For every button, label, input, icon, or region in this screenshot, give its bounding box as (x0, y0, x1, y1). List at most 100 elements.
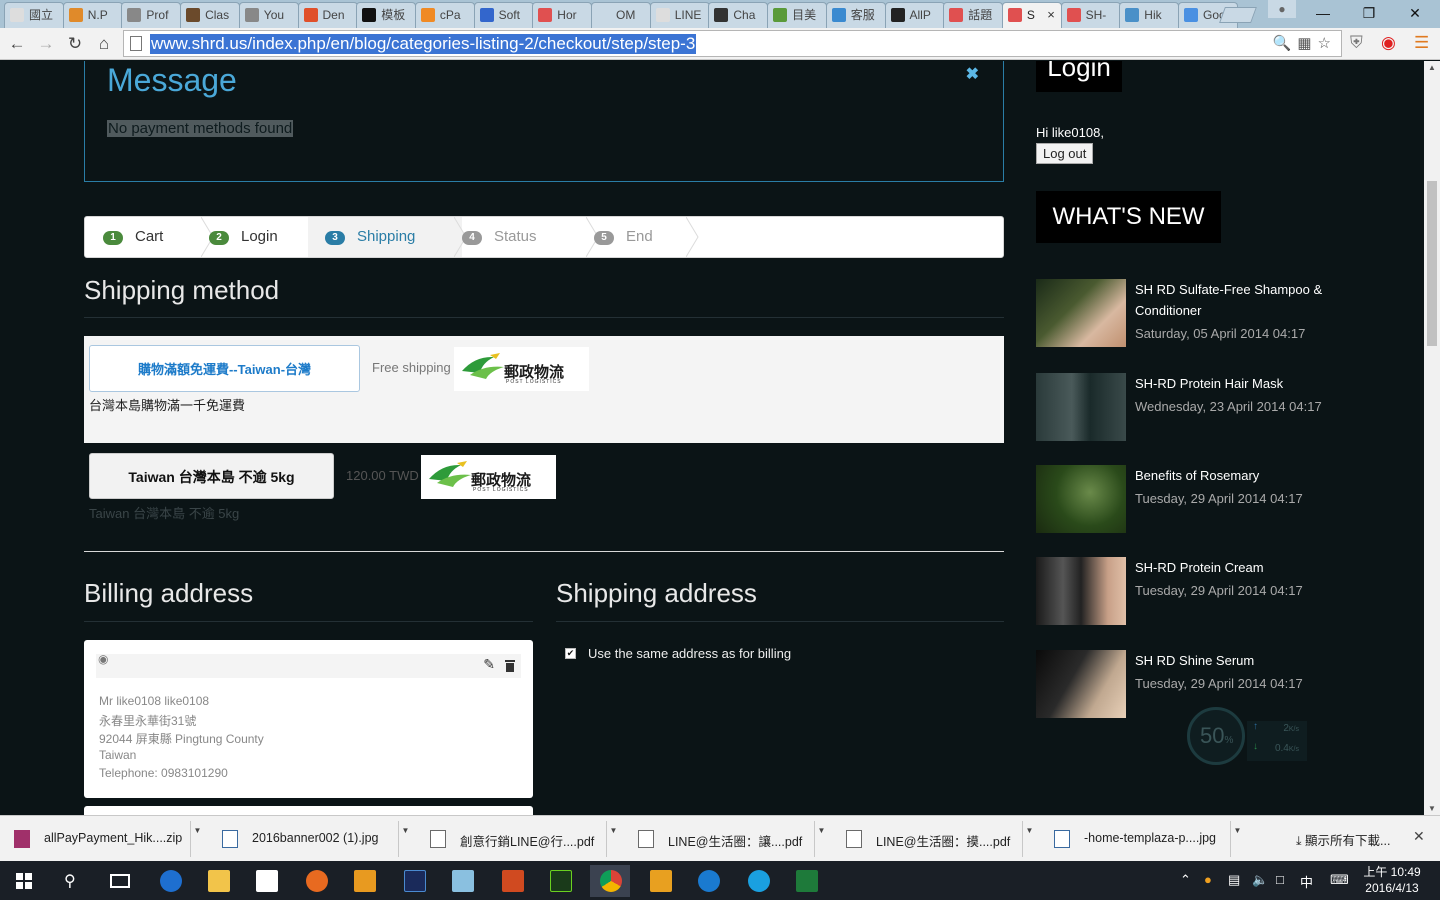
volume-icon[interactable]: 🔈 (1252, 872, 1268, 888)
browser-tab[interactable]: 國立 (4, 2, 64, 28)
search-icon[interactable]: ⚲ (52, 865, 92, 897)
browser-tab[interactable]: Hik (1119, 2, 1180, 28)
browser-tab[interactable]: cPa (414, 2, 475, 28)
browser-tab[interactable]: Hor (532, 2, 593, 28)
news-thumbnail[interactable] (1036, 279, 1126, 347)
skype-icon[interactable] (738, 865, 778, 897)
download-menu-caret-icon[interactable]: ▼ (1022, 821, 1036, 857)
same-address-checkbox[interactable]: ✔ (565, 648, 576, 659)
new-tab-button[interactable] (1219, 7, 1257, 23)
omnibox-actions[interactable]: 🔍▦☆ (1273, 34, 1337, 52)
address-radio[interactable]: ◉ (98, 652, 108, 666)
download-item[interactable]: -home-templaza-p....jpg ▼ (1044, 821, 1244, 857)
minimize-icon[interactable]: — (1300, 0, 1346, 26)
message-icon[interactable]: □ (1276, 872, 1284, 887)
media-player-icon[interactable] (344, 865, 384, 897)
system-clock[interactable]: 上午 10:49 2016/4/13 (1360, 864, 1424, 896)
news-thumbnail[interactable] (1036, 650, 1126, 718)
reload-icon[interactable]: ↻ (62, 31, 88, 57)
news-item[interactable]: SH RD Sulfate-Free Shampoo & Conditioner… (1036, 279, 1366, 347)
show-all-downloads-link[interactable]: ⤓ 顯示所有下載... (1296, 830, 1390, 849)
download-menu-caret-icon[interactable]: ▼ (606, 821, 620, 857)
browser-tab[interactable]: 目美 (767, 2, 828, 28)
quickq-icon[interactable] (688, 865, 728, 897)
shield-extension-icon[interactable]: ⛨ (1350, 33, 1363, 53)
browser-tab[interactable]: 客服 (825, 2, 886, 28)
menu-icon[interactable]: ☰ (1414, 33, 1429, 53)
task-view-icon[interactable] (100, 865, 140, 897)
start-button[interactable] (4, 865, 44, 897)
download-item[interactable]: allPayPayment_Hik....zip ▼ (4, 821, 204, 857)
browser-tab[interactable]: N.P (62, 2, 123, 28)
news-title[interactable]: Benefits of Rosemary (1135, 465, 1365, 486)
scroll-up-icon[interactable]: ▲ (1424, 63, 1440, 72)
browser-tab[interactable]: Cha (708, 2, 769, 28)
store-icon[interactable] (246, 865, 286, 897)
restore-icon[interactable]: ❐ (1346, 0, 1392, 26)
keyboard-icon[interactable]: ⌨ (1330, 872, 1349, 888)
notepad-icon[interactable] (442, 865, 482, 897)
back-icon[interactable]: ← (4, 31, 30, 57)
powerpoint-icon[interactable] (492, 865, 532, 897)
browser-tab[interactable]: OM (591, 2, 651, 28)
pinterest-icon[interactable]: ◉ (1381, 33, 1396, 53)
news-title[interactable]: SH-RD Protein Cream (1135, 557, 1365, 578)
address-bar[interactable]: www.shrd.us/index.php/en/blog/categories… (123, 30, 1342, 57)
edge-icon[interactable] (150, 865, 190, 897)
chrome-icon[interactable] (590, 865, 630, 897)
download-item[interactable]: 創意行銷LINE@行....pdf ▼ (420, 821, 620, 857)
tray-app-icon[interactable]: ● (1204, 872, 1212, 887)
close-downloads-icon[interactable]: ✕ (1413, 828, 1425, 845)
dreamweaver-icon[interactable] (540, 865, 580, 897)
news-title[interactable]: SH-RD Protein Hair Mask (1135, 373, 1365, 394)
browser-tab[interactable]: 話題 (943, 2, 1004, 28)
download-menu-caret-icon[interactable]: ▼ (814, 821, 828, 857)
news-title[interactable]: SH RD Sulfate-Free Shampoo & Conditioner (1135, 279, 1365, 321)
news-title[interactable]: SH RD Shine Serum (1135, 650, 1365, 671)
download-item[interactable]: LINE@生活圈：讓....pdf ▼ (628, 821, 828, 857)
shipping-option-free-button[interactable]: 購物滿額免運費--Taiwan-台灣 (89, 345, 360, 392)
logout-button[interactable]: Log out (1036, 143, 1094, 164)
news-item[interactable]: SH-RD Protein Cream Tuesday, 29 April 20… (1036, 557, 1366, 625)
url-text[interactable]: www.shrd.us/index.php/en/blog/categories… (150, 34, 697, 54)
tray-expand-icon[interactable]: ⌃ (1180, 872, 1191, 888)
step-cart[interactable]: 1 Cart (103, 217, 209, 257)
news-item[interactable]: SH-RD Protein Hair Mask Wednesday, 23 Ap… (1036, 373, 1366, 441)
excel-icon[interactable] (786, 865, 826, 897)
edit-icon[interactable]: ✎ (483, 656, 495, 673)
page-scrollbar[interactable]: ▲ ▼ (1424, 61, 1440, 815)
network-icon[interactable]: ▤ (1228, 872, 1240, 888)
close-message-icon[interactable]: ✖ (966, 64, 979, 84)
download-menu-caret-icon[interactable]: ▼ (398, 821, 412, 857)
browser-tab[interactable]: Prof (121, 2, 182, 28)
browser-tab[interactable]: SH- (1060, 2, 1121, 28)
news-thumbnail[interactable] (1036, 465, 1126, 533)
outlook-icon[interactable] (640, 865, 680, 897)
shipping-option-5kg-button[interactable]: Taiwan 台灣本島 不逾 5kg (89, 453, 334, 499)
browser-tab[interactable]: LINE (649, 2, 710, 28)
browser-tab[interactable]: You (238, 2, 299, 28)
trash-icon[interactable] (505, 659, 515, 672)
close-tab-icon[interactable]: × (1047, 3, 1055, 27)
ime-indicator[interactable]: 中 (1300, 872, 1313, 891)
download-menu-caret-icon[interactable]: ▼ (190, 821, 204, 857)
profile-icon[interactable]: ● (1268, 0, 1296, 18)
download-item[interactable]: 2016banner002 (1).jpg ▼ (212, 821, 412, 857)
browser-tab[interactable]: Den (297, 2, 358, 28)
scroll-down-icon[interactable]: ▼ (1424, 804, 1440, 813)
browser-tab[interactable]: Soft (473, 2, 534, 28)
news-thumbnail[interactable] (1036, 557, 1126, 625)
news-thumbnail[interactable] (1036, 373, 1126, 441)
photoshop-icon[interactable] (394, 865, 434, 897)
scrollbar-thumb[interactable] (1427, 181, 1437, 346)
close-window-icon[interactable]: ✕ (1392, 0, 1438, 26)
forward-icon[interactable]: → (33, 31, 59, 57)
browser-tab[interactable]: S × (1001, 2, 1062, 29)
browser-tab[interactable]: Clas (180, 2, 241, 28)
download-menu-caret-icon[interactable]: ▼ (1230, 821, 1244, 857)
news-item[interactable]: Benefits of Rosemary Tuesday, 29 April 2… (1036, 465, 1366, 533)
home-icon[interactable]: ⌂ (91, 31, 117, 57)
file-explorer-icon[interactable] (198, 865, 238, 897)
firefox-icon[interactable] (296, 865, 336, 897)
browser-tab[interactable]: AllP (884, 2, 945, 28)
